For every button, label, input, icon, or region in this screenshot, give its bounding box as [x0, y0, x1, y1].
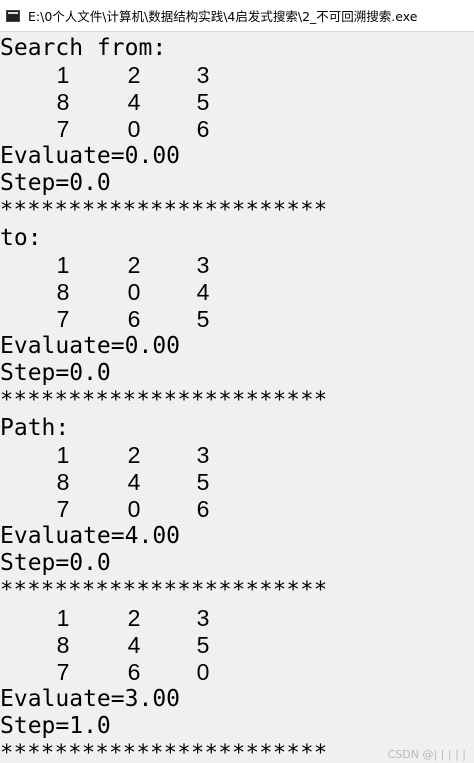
separator-line: ************************	[0, 198, 328, 223]
window-title: E:\0个人文件\计算机\数据结构实践\4启发式搜索\2_不可回溯搜索.exe	[28, 9, 418, 24]
cell: 0	[196, 659, 210, 685]
to-row-2: 8 0 4	[0, 279, 250, 306]
cell: 0	[127, 279, 141, 305]
path-step-2-row-1: 1 2 3	[0, 605, 250, 632]
search-from-row-1: 1 2 3	[0, 62, 250, 89]
cell: 8	[56, 632, 70, 658]
search-from-step: Step=0.0	[0, 170, 111, 196]
cell: 7	[56, 659, 70, 685]
search-from-evaluate: Evaluate=0.00	[0, 143, 181, 169]
to-label: to:	[0, 225, 42, 251]
cell: 5	[196, 632, 210, 658]
cell: 2	[127, 62, 141, 88]
cell: 1	[56, 62, 70, 88]
search-from-row-3: 7 0 6	[0, 116, 250, 143]
cell: 5	[196, 89, 210, 115]
console-app-icon	[6, 9, 20, 22]
path-step-1-step: Step=0.0	[0, 550, 111, 576]
cell: 6	[196, 496, 210, 522]
path-step-2-step: Step=1.0	[0, 713, 111, 739]
cell: 4	[196, 279, 210, 305]
cell: 1	[56, 252, 70, 278]
cell: 5	[196, 306, 210, 332]
path-step-2-row-2: 8 4 5	[0, 632, 250, 659]
cell: 4	[127, 469, 141, 495]
path-step-1-row-2: 8 4 5	[0, 469, 250, 496]
separator-line: ************************	[0, 578, 328, 603]
path-step-1-row-3: 7 0 6	[0, 496, 250, 523]
cell: 4	[127, 632, 141, 658]
cell: 7	[56, 306, 70, 332]
cell: 3	[196, 62, 210, 88]
cell: 6	[196, 116, 210, 142]
console-window: E:\0个人文件\计算机\数据结构实践\4启发式搜索\2_不可回溯搜索.exe …	[0, 0, 474, 763]
separator-line: ************************	[0, 388, 328, 413]
cell: 3	[196, 605, 210, 631]
to-row-3: 7 6 5	[0, 306, 250, 333]
cell: 0	[127, 116, 141, 142]
cell: 8	[56, 279, 70, 305]
cell: 1	[56, 442, 70, 468]
cell: 6	[127, 306, 141, 332]
cell: 4	[127, 89, 141, 115]
path-step-2-evaluate: Evaluate=3.00	[0, 686, 181, 712]
path-step-1-row-1: 1 2 3	[0, 442, 250, 469]
to-evaluate: Evaluate=0.00	[0, 333, 181, 359]
path-step-2-row-3: 7 6 0	[0, 659, 250, 686]
to-row-1: 1 2 3	[0, 252, 250, 279]
search-from-label: Search from:	[0, 35, 167, 61]
cell: 5	[196, 469, 210, 495]
cell: 1	[56, 605, 70, 631]
cell: 7	[56, 116, 70, 142]
separator-line: ************************	[0, 741, 328, 763]
cell: 0	[127, 496, 141, 522]
title-bar[interactable]: E:\0个人文件\计算机\数据结构实践\4启发式搜索\2_不可回溯搜索.exe	[0, 0, 474, 32]
watermark: CSDN @| | | | |	[385, 748, 468, 761]
cell: 2	[127, 252, 141, 278]
search-from-row-2: 8 4 5	[0, 89, 250, 116]
cell: 3	[196, 442, 210, 468]
console-output: Search from: 1 2 3 8 4 5 7 0 6 Evaluate=…	[0, 33, 474, 763]
cell: 2	[127, 442, 141, 468]
cell: 8	[56, 89, 70, 115]
cell: 6	[127, 659, 141, 685]
cell: 2	[127, 605, 141, 631]
to-step: Step=0.0	[0, 360, 111, 386]
path-step-1-evaluate: Evaluate=4.00	[0, 523, 181, 549]
cell: 7	[56, 496, 70, 522]
cell: 8	[56, 469, 70, 495]
path-label: Path:	[0, 415, 70, 441]
cell: 3	[196, 252, 210, 278]
